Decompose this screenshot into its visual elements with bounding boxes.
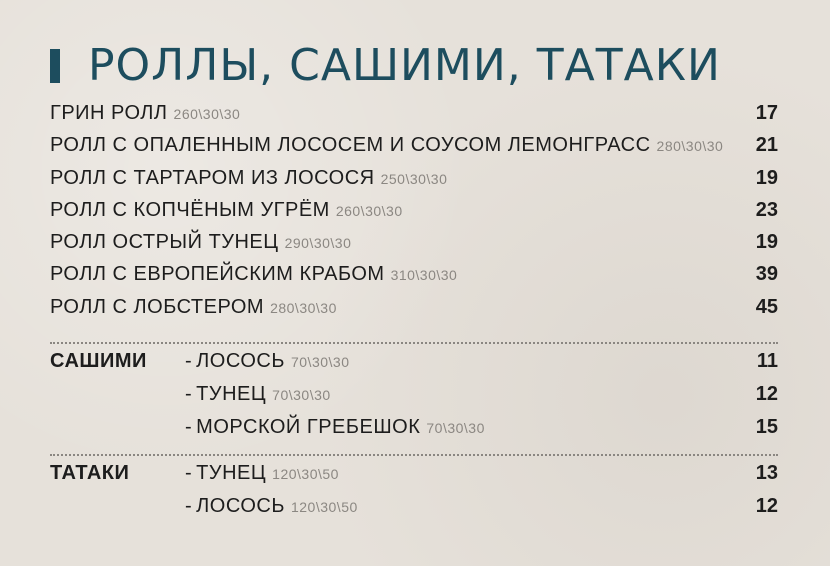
menu-item: РОЛЛ С ЕВРОПЕЙСКИМ КРАБОМ 310\30\30 39 bbox=[50, 263, 778, 295]
item-name: РОЛЛ С ЛОБСТЕРОМ bbox=[50, 295, 265, 318]
item-dash: - bbox=[185, 416, 193, 438]
item-weight: 310\30\30 bbox=[390, 267, 458, 284]
item-name: РОЛЛ С КОПЧЁНЫМ УГРЁМ bbox=[50, 198, 330, 221]
category-label: ТАТАКИ bbox=[50, 462, 130, 484]
dotted-divider bbox=[50, 342, 778, 344]
menu-item: ТАТАКИ - ТУНЕЦ 120\30\50 13 bbox=[50, 462, 778, 495]
page-header: РОЛЛЫ, САШИМИ, ТАТАКИ bbox=[50, 38, 721, 94]
item-name: ТУНЕЦ bbox=[196, 383, 267, 405]
item-weight: 280\30\30 bbox=[656, 138, 724, 155]
dotted-divider bbox=[50, 454, 778, 456]
item-weight: 70\30\30 bbox=[272, 387, 331, 403]
menu-item: РОЛЛ С ЛОБСТЕРОМ 280\30\30 45 bbox=[50, 296, 778, 328]
item-name: ТУНЕЦ bbox=[196, 462, 267, 484]
item-name: ЛОСОСЬ bbox=[196, 350, 285, 372]
item-weight: 70\30\30 bbox=[290, 354, 350, 370]
menu-item: РОЛЛ ОСТРЫЙ ТУНЕЦ 290\30\30 19 bbox=[50, 231, 778, 263]
item-name: РОЛЛ С ТАРТАРОМ ИЗ ЛОСОСЯ bbox=[50, 166, 375, 189]
item-price: 13 bbox=[755, 462, 778, 484]
item-weight: 70\30\30 bbox=[426, 420, 485, 436]
item-name: РОЛЛ С ОПАЛЕННЫМ ЛОСОСЕМ И СОУСОМ ЛЕМОНГ… bbox=[50, 134, 651, 157]
item-name: МОРСКОЙ ГРЕБЕШОК bbox=[196, 416, 421, 438]
item-price: 21 bbox=[755, 134, 778, 157]
item-dash: - bbox=[185, 350, 193, 372]
rolls-list: ГРИН РОЛЛ 260\30\30 17 РОЛЛ С ОПАЛЕННЫМ Л… bbox=[50, 102, 778, 328]
title-accent-bar bbox=[50, 49, 60, 83]
item-weight: 260\30\30 bbox=[173, 106, 241, 122]
item-price: 39 bbox=[755, 263, 778, 286]
item-weight: 250\30\30 bbox=[380, 170, 448, 187]
item-price: 12 bbox=[755, 495, 778, 517]
menu-item: РОЛЛ С КОПЧЁНЫМ УГРЁМ 260\30\30 23 bbox=[50, 199, 778, 231]
item-name: РОЛЛ ОСТРЫЙ ТУНЕЦ bbox=[50, 231, 279, 254]
item-weight: 120\30\50 bbox=[290, 499, 358, 515]
item-name: ГРИН РОЛЛ bbox=[50, 102, 168, 124]
menu-item: - ТУНЕЦ 70\30\30 12 bbox=[50, 383, 778, 416]
item-price: 19 bbox=[755, 231, 778, 254]
item-price: 15 bbox=[755, 416, 778, 438]
category-label: САШИМИ bbox=[50, 350, 147, 372]
item-name: ЛОСОСЬ bbox=[196, 495, 285, 517]
item-dash: - bbox=[185, 383, 193, 405]
item-dash: - bbox=[185, 495, 193, 517]
sashimi-section: САШИМИ - ЛОСОСЬ 70\30\30 11 - ТУНЕЦ 70\30\30… bbox=[50, 350, 778, 449]
item-price: 19 bbox=[755, 166, 778, 189]
menu-item: РОЛЛ С ОПАЛЕННЫМ ЛОСОСЕМ И СОУСОМ ЛЕМОНГ… bbox=[50, 134, 778, 166]
menu-item: - МОРСКОЙ ГРЕБЕШОК 70\30\30 15 bbox=[50, 416, 778, 449]
item-price: 12 bbox=[755, 383, 778, 405]
menu-item: - ЛОСОСЬ 120\30\50 12 bbox=[50, 495, 778, 528]
item-price: 23 bbox=[755, 198, 778, 221]
menu-item: ГРИН РОЛЛ 260\30\30 17 bbox=[50, 102, 778, 134]
item-name: РОЛЛ С ЕВРОПЕЙСКИМ КРАБОМ bbox=[50, 263, 385, 286]
item-dash: - bbox=[185, 462, 193, 484]
item-weight: 280\30\30 bbox=[270, 299, 337, 316]
page-title: РОЛЛЫ, САШИМИ, ТАТАКИ bbox=[88, 40, 721, 91]
item-price: 17 bbox=[755, 102, 778, 124]
item-price: 45 bbox=[755, 295, 778, 318]
item-weight: 260\30\30 bbox=[335, 202, 403, 219]
item-weight: 290\30\30 bbox=[284, 235, 352, 252]
item-weight: 120\30\50 bbox=[272, 466, 339, 482]
menu-item: РОЛЛ С ТАРТАРОМ ИЗ ЛОСОСЯ 250\30\30 19 bbox=[50, 167, 778, 199]
item-price: 11 bbox=[756, 350, 778, 372]
tataki-section: ТАТАКИ - ТУНЕЦ 120\30\50 13 - ЛОСОСЬ 120\30\… bbox=[50, 462, 778, 528]
menu-item: САШИМИ - ЛОСОСЬ 70\30\30 11 bbox=[50, 350, 778, 383]
